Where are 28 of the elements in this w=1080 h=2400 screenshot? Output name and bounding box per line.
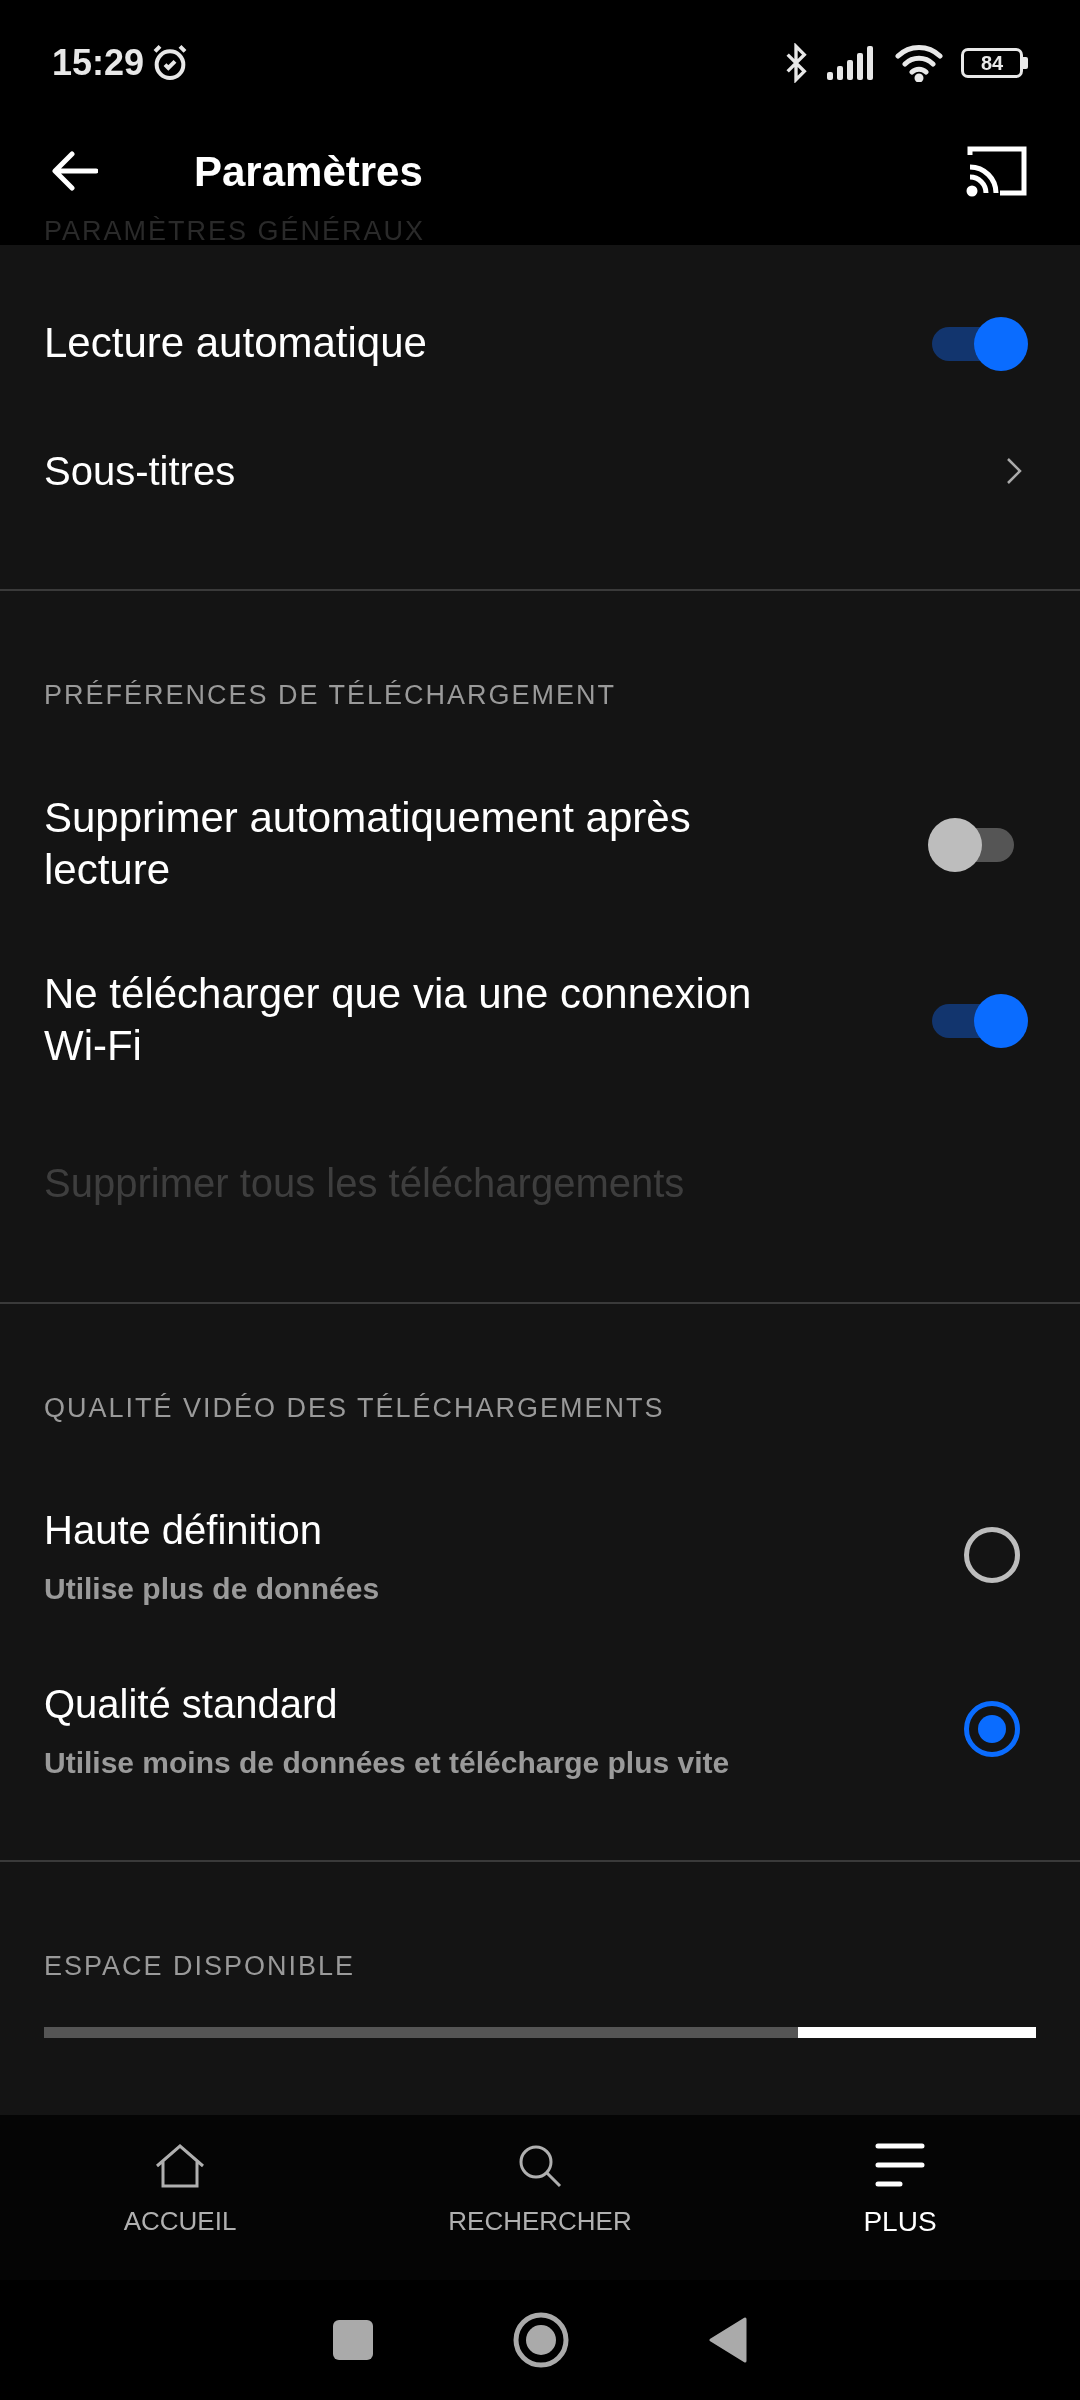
section-header: QUALITÉ VIDÉO DES TÉLÉCHARGEMENTS <box>43 1391 666 1425</box>
back-arrow-icon[interactable] <box>52 151 98 191</box>
menu-icon <box>875 2142 925 2187</box>
status-time: 15:29 <box>52 40 145 85</box>
nav-tab[interactable]: ACCUEIL <box>0 2115 360 2280</box>
section-header: ESPACE DISPONIBLE <box>43 1950 357 1983</box>
nav-tab[interactable]: PLUS <box>720 2115 1080 2280</box>
nav-tab[interactable]: RECHERCHER <box>360 2115 720 2280</box>
radio-button[interactable] <box>964 1701 1020 1757</box>
battery-level: 84 <box>980 52 1004 73</box>
option-description: Utilise plus de données <box>44 1570 380 1607</box>
wifi-icon <box>895 43 943 82</box>
home-icon <box>155 2144 205 2188</box>
home-button[interactable] <box>513 2312 569 2368</box>
cast-icon[interactable] <box>966 145 1028 197</box>
setting-label: Supprimer automatiquement après lecture <box>44 792 692 895</box>
back-button[interactable] <box>709 2317 747 2363</box>
search-icon <box>518 2144 562 2188</box>
option-description: Utilise moins de données et télécharge plus vite <box>44 1744 730 1781</box>
option-label: Qualité standard <box>44 1680 339 1728</box>
screen-title: Paramètres <box>194 146 423 197</box>
settings-row[interactable]: Sous-titres <box>0 407 1080 535</box>
setting-label: Ne télécharger que via une connexion Wi-Fi <box>44 968 753 1071</box>
radio-button[interactable] <box>964 1527 1020 1583</box>
section-header: PRÉFÉRENCES DE TÉLÉCHARGEMENT <box>43 679 618 712</box>
chevron-right-icon <box>1006 457 1022 485</box>
setting-label: Lecture automatique <box>44 318 427 368</box>
option-label: Haute définition <box>44 1506 323 1554</box>
